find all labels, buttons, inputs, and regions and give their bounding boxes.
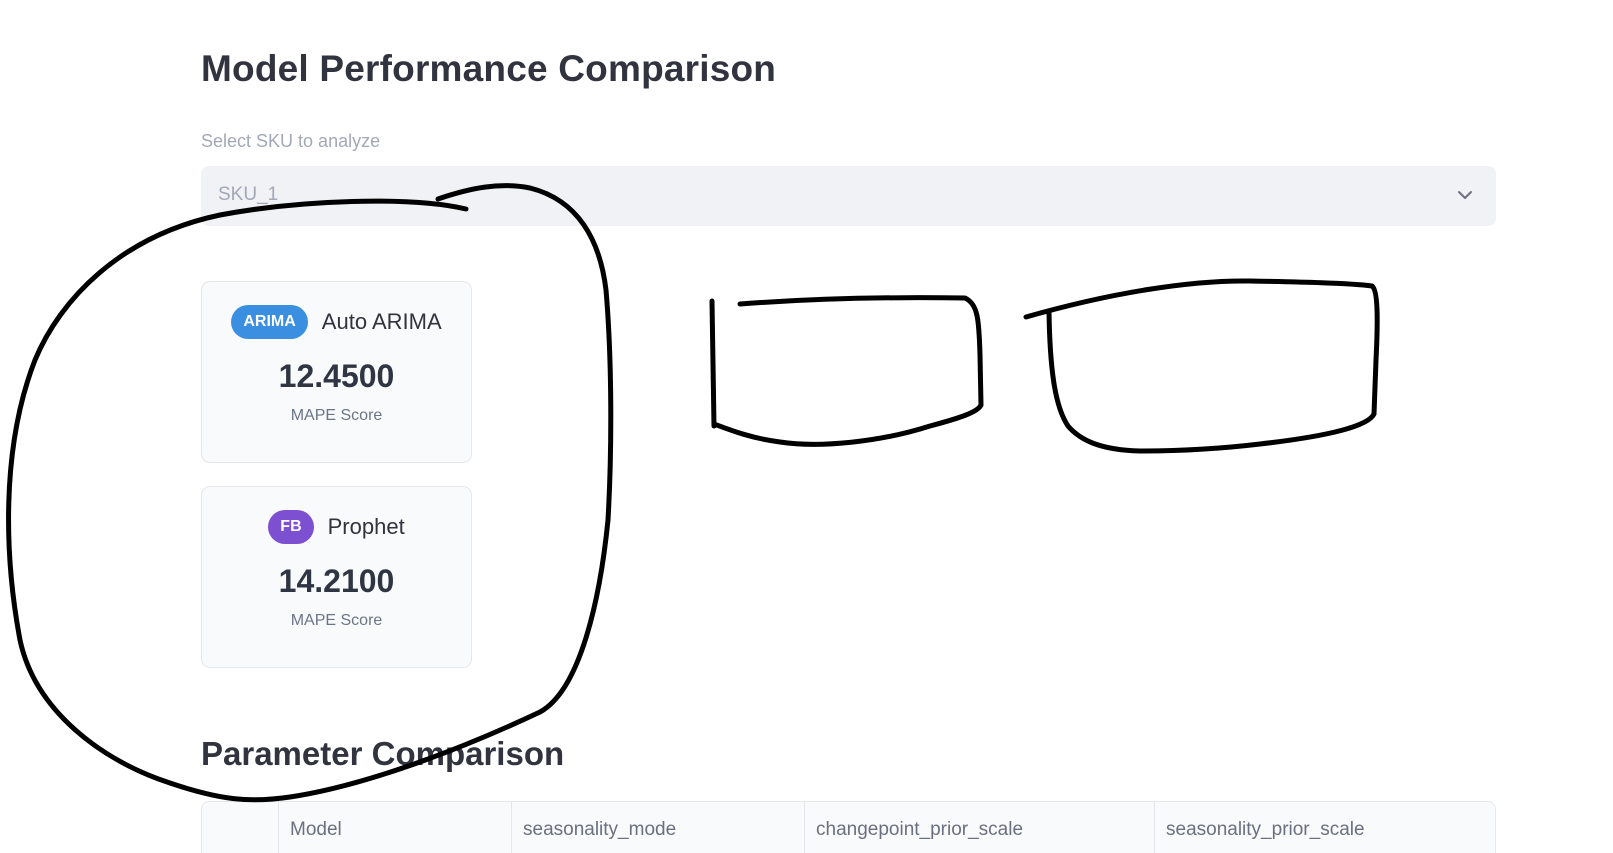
sku-select-value: SKU_1 — [218, 184, 279, 205]
model-badge-fb: FB — [268, 510, 314, 544]
table-header-seasonality-mode[interactable]: seasonality_mode — [512, 802, 805, 853]
table-header-seasonality-prior-scale[interactable]: seasonality_prior_scale — [1155, 802, 1495, 853]
section-title: Parameter Comparison — [201, 735, 565, 772]
model-score-label: MAPE Score — [290, 407, 383, 424]
model-score: 14.2100 — [278, 563, 395, 599]
table-header-index[interactable] — [202, 802, 279, 853]
model-name: Prophet — [327, 514, 405, 539]
model-card-prophet: FB Prophet 14.2100 MAPE Score — [201, 486, 472, 668]
model-card-arima: ARIMA Auto ARIMA 12.4500 MAPE Score — [201, 281, 472, 463]
table-header-changepoint-prior-scale[interactable]: changepoint_prior_scale — [805, 802, 1155, 853]
model-score-label: MAPE Score — [290, 612, 383, 629]
model-score: 12.4500 — [278, 358, 395, 394]
chevron-down-icon[interactable] — [1456, 186, 1474, 204]
model-badge-arima: ARIMA — [231, 305, 308, 339]
sku-select-label: Select SKU to analyze — [201, 131, 381, 151]
page: Model Performance Comparison Select SKU … — [0, 0, 1613, 853]
model-name: Auto ARIMA — [321, 309, 442, 334]
table-header-model[interactable]: Model — [279, 802, 512, 853]
hand-drawn-box-left — [709, 295, 984, 447]
sku-select[interactable]: SKU_1 — [201, 166, 1496, 226]
page-title: Model Performance Comparison — [201, 48, 777, 89]
hand-drawn-box-right — [1023, 278, 1380, 454]
parameter-table: Model seasonality_mode changepoint_prior… — [201, 801, 1496, 853]
